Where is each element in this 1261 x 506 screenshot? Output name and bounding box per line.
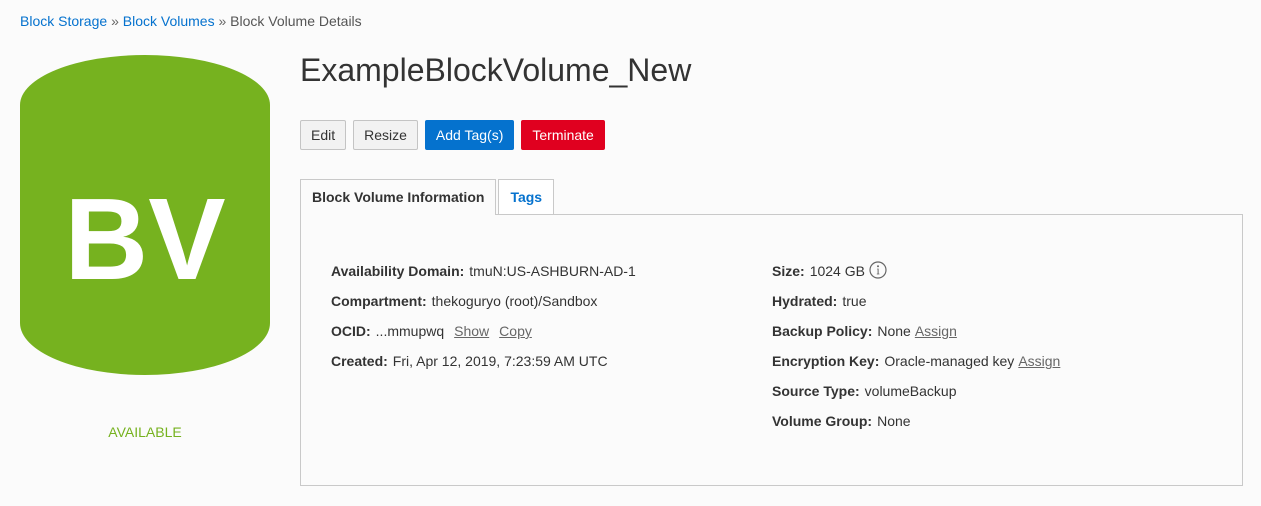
page-title: ExampleBlockVolume_New	[300, 52, 692, 88]
ocid-show-link[interactable]: Show	[454, 321, 489, 341]
breadcrumb-separator: »	[111, 13, 119, 29]
encryption-key-label: Encryption Key:	[772, 353, 880, 369]
status-label: AVAILABLE	[108, 424, 182, 440]
resource-icon-text: BV	[64, 174, 225, 304]
encryption-key-row: Encryption Key: Oracle-managed key Assig…	[772, 351, 1060, 381]
compartment-row: Compartment: thekoguryo (root)/Sandbox	[331, 291, 636, 321]
encryption-key-assign-link[interactable]: Assign	[1018, 351, 1060, 371]
compartment-label: Compartment:	[331, 293, 427, 309]
ocid-label: OCID:	[331, 323, 371, 339]
breadcrumb-block-storage[interactable]: Block Storage	[20, 13, 107, 29]
add-tags-button[interactable]: Add Tag(s)	[424, 120, 515, 150]
details-right-column: Size: 1024 GB Hydrated: true Backup Poli…	[772, 261, 1060, 441]
resize-button[interactable]: Resize	[353, 120, 418, 150]
hydrated-value: true	[842, 293, 867, 309]
volume-group-row: Volume Group: None	[772, 411, 1060, 441]
availability-domain-label: Availability Domain:	[331, 263, 465, 279]
size-value: 1024 GB	[809, 263, 865, 279]
resource-icon: BV	[20, 55, 270, 375]
action-bar: Edit Resize Add Tag(s) Terminate	[300, 120, 605, 150]
backup-policy-assign-link[interactable]: Assign	[915, 321, 957, 341]
tab-bar: Block Volume Information Tags	[300, 179, 555, 215]
breadcrumb-current: Block Volume Details	[230, 13, 362, 29]
backup-policy-value: None	[877, 323, 911, 339]
created-row: Created: Fri, Apr 12, 2019, 7:23:59 AM U…	[331, 351, 636, 381]
backup-policy-row: Backup Policy: None Assign	[772, 321, 1060, 351]
cylinder-icon: BV	[20, 55, 270, 375]
ocid-value: ...mmupwq	[375, 323, 445, 339]
details-panel: Availability Domain: tmuN:US-ASHBURN-AD-…	[300, 214, 1243, 486]
availability-domain-row: Availability Domain: tmuN:US-ASHBURN-AD-…	[331, 261, 636, 291]
details-left-column: Availability Domain: tmuN:US-ASHBURN-AD-…	[331, 261, 636, 381]
size-row: Size: 1024 GB	[772, 261, 1060, 291]
tab-tags[interactable]: Tags	[498, 179, 555, 215]
volume-group-value: None	[877, 413, 911, 429]
terminate-button[interactable]: Terminate	[521, 120, 605, 150]
backup-policy-label: Backup Policy:	[772, 323, 873, 339]
created-value: Fri, Apr 12, 2019, 7:23:59 AM UTC	[392, 353, 608, 369]
size-label: Size:	[772, 263, 805, 279]
source-type-value: volumeBackup	[864, 383, 957, 399]
encryption-key-value: Oracle-managed key	[884, 353, 1015, 369]
breadcrumb: Block Storage » Block Volumes » Block Vo…	[20, 13, 362, 29]
info-icon[interactable]	[869, 261, 887, 279]
created-label: Created:	[331, 353, 388, 369]
compartment-value: thekoguryo (root)/Sandbox	[431, 293, 598, 309]
breadcrumb-separator: »	[218, 13, 227, 29]
volume-group-label: Volume Group:	[772, 413, 873, 429]
source-type-row: Source Type: volumeBackup	[772, 381, 1060, 411]
source-type-label: Source Type:	[772, 383, 860, 399]
edit-button[interactable]: Edit	[300, 120, 347, 150]
availability-domain-value: tmuN:US-ASHBURN-AD-1	[469, 263, 636, 279]
hydrated-row: Hydrated: true	[772, 291, 1060, 321]
breadcrumb-block-volumes[interactable]: Block Volumes	[123, 13, 215, 29]
hydrated-label: Hydrated:	[772, 293, 838, 309]
ocid-copy-link[interactable]: Copy	[499, 321, 532, 341]
ocid-row: OCID: ...mmupwq Show Copy	[331, 321, 636, 351]
tab-block-volume-information[interactable]: Block Volume Information	[300, 179, 497, 215]
